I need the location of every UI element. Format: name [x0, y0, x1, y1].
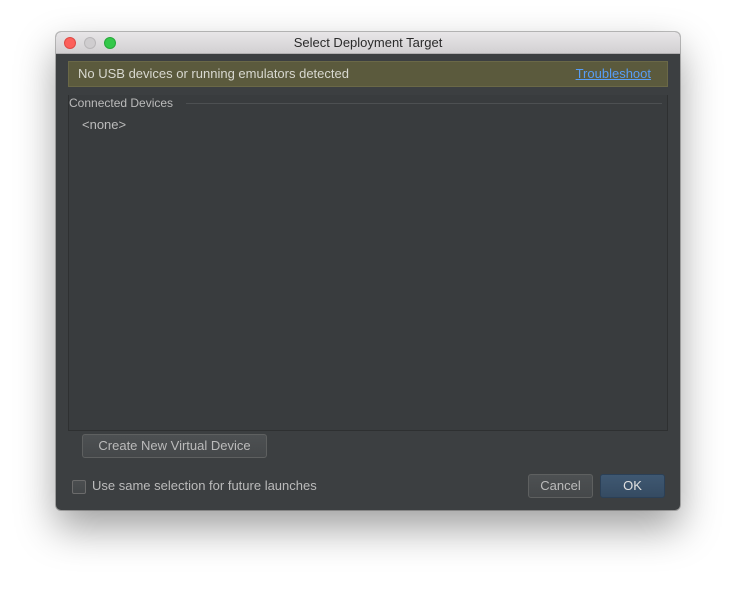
group-divider — [186, 103, 662, 104]
troubleshoot-link[interactable]: Troubleshoot — [576, 62, 651, 86]
create-virtual-device-button[interactable]: Create New Virtual Device — [82, 434, 267, 458]
cancel-button[interactable]: Cancel — [528, 474, 593, 498]
window-title: Select Deployment Target — [293, 35, 443, 50]
connected-devices-panel — [68, 95, 668, 431]
device-list-item: <none> — [82, 117, 127, 132]
banner-message: No USB devices or running emulators dete… — [78, 66, 349, 81]
minimize-icon[interactable] — [84, 37, 96, 49]
warning-banner: No USB devices or running emulators dete… — [68, 61, 668, 87]
same-selection-checkbox[interactable] — [72, 480, 86, 494]
deployment-target-dialog: Select Deployment Target No USB devices … — [56, 32, 680, 510]
zoom-icon[interactable] — [104, 37, 116, 49]
same-selection-label[interactable]: Use same selection for future launches — [92, 477, 317, 495]
connected-devices-title: Connected Devices — [69, 95, 180, 111]
ok-button[interactable]: OK — [600, 474, 665, 498]
close-icon[interactable] — [64, 37, 76, 49]
title-bar[interactable]: Select Deployment Target — [56, 32, 680, 54]
